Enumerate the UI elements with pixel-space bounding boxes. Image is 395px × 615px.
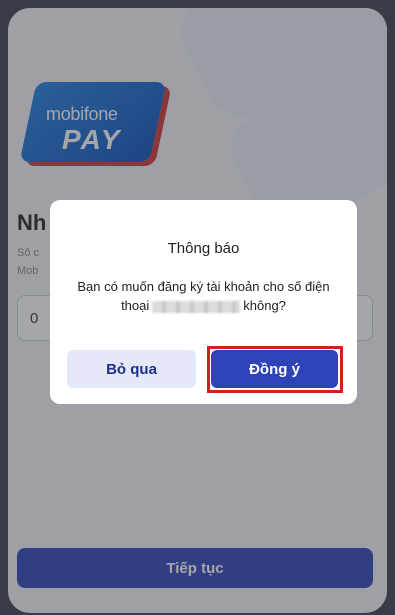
masked-phone-number: [152, 300, 241, 313]
confirm-dialog: Thông báo Bạn có muốn đăng ký tài khoản …: [50, 200, 357, 404]
dialog-title: Thông báo: [167, 240, 240, 257]
agree-button[interactable]: Đồng ý: [211, 350, 338, 388]
dialog-message: Bạn có muốn đăng ký tài khoản cho số điệ…: [70, 277, 337, 315]
skip-button[interactable]: Bỏ qua: [67, 350, 196, 388]
dialog-message-question: không?: [243, 298, 286, 313]
